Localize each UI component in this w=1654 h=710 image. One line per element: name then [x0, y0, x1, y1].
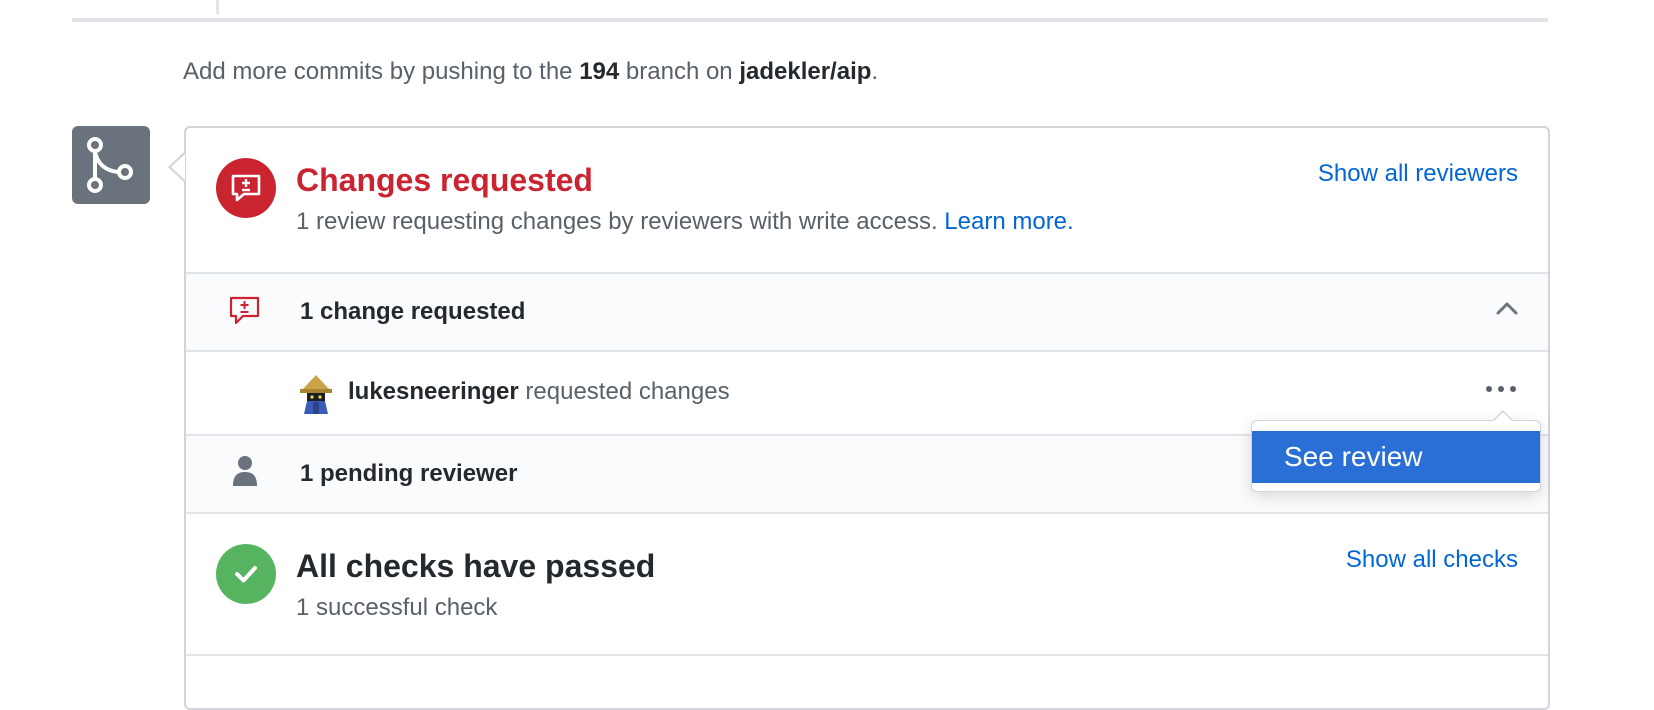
kebab-dot [1510, 386, 1516, 392]
push-hint: Add more commits by pushing to the 194 b… [183, 58, 878, 86]
review-actions-menu: See review [1251, 410, 1541, 492]
repo-name: jadekler/aip [739, 58, 872, 85]
avatar[interactable] [298, 374, 334, 414]
check-icon [216, 544, 276, 604]
menu-pointer-fill [1493, 412, 1513, 422]
kebab-dot [1498, 386, 1504, 392]
checks-section: All checks have passed 1 successful chec… [186, 514, 1548, 656]
reviewer-status: lukesneeringer requested changes [348, 378, 730, 406]
show-all-reviewers-link[interactable]: Show all reviewers [1318, 160, 1518, 188]
push-hint-middle: branch on [619, 58, 740, 85]
changes-requested-title: Changes requested [296, 162, 593, 198]
changes-requested-section: Changes requested 1 review requesting ch… [186, 128, 1548, 274]
person-icon [232, 454, 258, 493]
push-hint-prefix: Add more commits by pushing to the [183, 58, 580, 85]
timeline-top-border [72, 0, 1548, 22]
branch-name: 194 [579, 58, 620, 85]
kebab-dot [1486, 386, 1492, 392]
chevron-up-icon[interactable] [1496, 300, 1518, 321]
kebab-horizontal-icon[interactable] [1484, 380, 1518, 396]
show-all-checks-link[interactable]: Show all checks [1346, 546, 1518, 574]
changes-requested-description: 1 review requesting changes by reviewers… [296, 208, 1074, 236]
see-review-menu-item[interactable]: See review [1252, 431, 1540, 483]
box-pointer-fill [171, 154, 185, 180]
file-diff-comment-icon [216, 158, 276, 218]
git-branch-icon [72, 126, 150, 204]
pending-reviewer-label: 1 pending reviewer [300, 460, 518, 487]
change-count-label: 1 change requested [300, 298, 526, 325]
change-count-row[interactable]: 1 change requested [186, 274, 1548, 352]
checks-subtitle: 1 successful check [296, 594, 498, 621]
changes-description-text: 1 review requesting changes by reviewers… [296, 208, 938, 235]
timeline-divider [216, 0, 219, 14]
checks-title: All checks have passed [296, 548, 656, 584]
reviewer-action: requested changes [518, 378, 730, 405]
reviewer-username[interactable]: lukesneeringer [348, 378, 519, 405]
push-hint-suffix: . [871, 58, 879, 85]
file-diff-comment-icon [228, 294, 262, 333]
learn-more-link[interactable]: Learn more. [944, 208, 1073, 235]
merge-status-box: Changes requested 1 review requesting ch… [184, 126, 1550, 710]
